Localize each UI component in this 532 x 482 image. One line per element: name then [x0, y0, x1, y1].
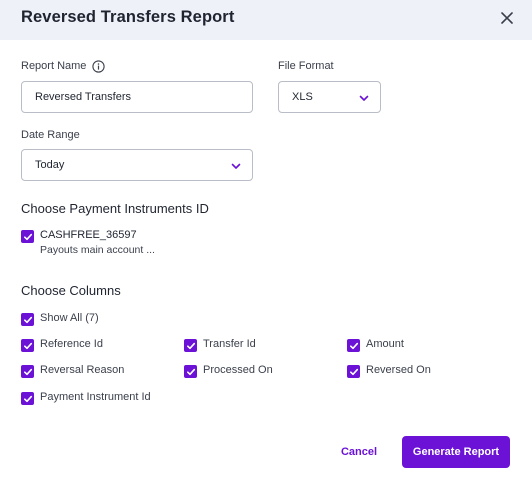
column-label-reversed-on: Reversed On	[366, 364, 431, 376]
column-checkbox-reference-id[interactable]	[21, 339, 34, 352]
column-checkbox-amount[interactable]	[347, 339, 360, 352]
column-label-reference-id: Reference Id	[40, 338, 103, 350]
report-name-value: Reversed Transfers	[35, 91, 131, 103]
info-icon[interactable]	[92, 60, 105, 73]
column-checkbox-reversed-on[interactable]	[347, 365, 360, 378]
column-label-processed-on: Processed On	[203, 364, 273, 376]
report-name-label: Report Name	[21, 60, 87, 72]
payment-instruments-title: Choose Payment Instruments ID	[21, 201, 209, 216]
dialog-title: Reversed Transfers Report	[21, 8, 235, 26]
column-checkbox-reversal-reason[interactable]	[21, 365, 34, 378]
payment-instrument-checkbox[interactable]	[21, 230, 34, 243]
column-label-transfer-id: Transfer Id	[203, 338, 256, 350]
column-label-amount: Amount	[366, 338, 404, 350]
close-icon[interactable]	[497, 8, 517, 28]
date-range-select[interactable]: Today	[21, 149, 253, 181]
column-checkbox-transfer-id[interactable]	[184, 339, 197, 352]
report-name-input[interactable]: Reversed Transfers	[21, 81, 253, 113]
generate-report-button[interactable]: Generate Report	[402, 436, 510, 468]
column-label-reversal-reason: Reversal Reason	[40, 364, 125, 376]
file-format-select[interactable]: XLS	[278, 81, 381, 113]
file-format-value: XLS	[292, 91, 313, 103]
column-checkbox-payment-instrument-id[interactable]	[21, 392, 34, 405]
payment-instrument-id: CASHFREE_36597	[40, 229, 137, 241]
payment-instrument-description: Payouts main account ...	[40, 244, 155, 256]
chevron-down-icon	[231, 163, 241, 169]
column-label-payment-instrument-id: Payment Instrument Id	[40, 391, 151, 403]
cancel-button[interactable]: Cancel	[334, 436, 384, 468]
column-checkbox-processed-on[interactable]	[184, 365, 197, 378]
file-format-label: File Format	[278, 60, 334, 72]
dialog-header: Reversed Transfers Report	[0, 0, 532, 40]
columns-title: Choose Columns	[21, 283, 121, 298]
date-range-value: Today	[35, 159, 65, 171]
show-all-checkbox[interactable]	[21, 313, 34, 326]
show-all-label: Show All (7)	[40, 312, 99, 324]
chevron-down-icon	[359, 95, 369, 101]
date-range-label: Date Range	[21, 129, 80, 141]
